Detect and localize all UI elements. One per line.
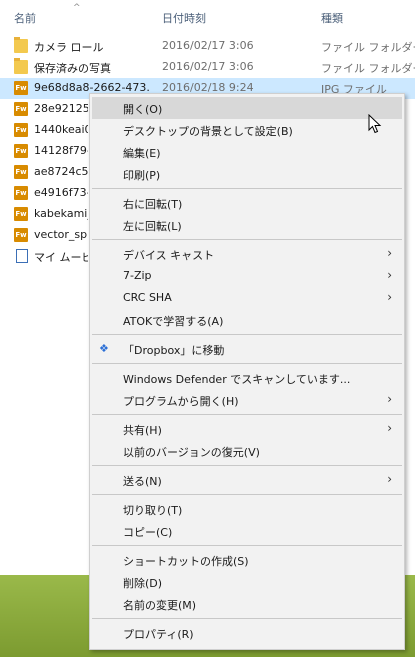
column-name[interactable]: 名前 (14, 10, 36, 26)
menu-separator (92, 363, 402, 364)
menu-cut[interactable]: 切り取り(T) (92, 498, 402, 520)
menu-separator (92, 334, 402, 335)
file-name: kabekami_ (34, 207, 88, 220)
chevron-right-icon: › (387, 246, 392, 260)
file-name: vector_spr (34, 228, 88, 241)
movie-file-icon (16, 249, 28, 263)
menu-open[interactable]: 開く(O) (92, 97, 402, 119)
menu-edit[interactable]: 編集(E) (92, 141, 402, 163)
fw-icon: Fw (14, 123, 28, 137)
fw-icon: Fw (14, 144, 28, 158)
menu-separator (92, 494, 402, 495)
menu-move-to-dropbox[interactable]: ❖ 「Dropbox」に移動 (92, 338, 402, 360)
fw-icon: Fw (14, 228, 28, 242)
menu-crc-sha[interactable]: CRC SHA › (92, 287, 402, 309)
chevron-right-icon: › (387, 421, 392, 435)
menu-separator (92, 618, 402, 619)
menu-separator (92, 239, 402, 240)
file-name: マイ ムービー (34, 251, 88, 264)
file-type: ファイル フォルダー (321, 41, 415, 54)
menu-atok-learn[interactable]: ATOKで学習する(A) (92, 309, 402, 331)
menu-defender-scan[interactable]: Windows Defender でスキャンしています... (92, 367, 402, 389)
file-type: ファイル フォルダー (321, 62, 415, 75)
column-date[interactable]: 日付時刻 (162, 10, 206, 26)
fw-icon: Fw (14, 102, 28, 116)
column-type[interactable]: 種類 (321, 10, 343, 26)
file-date: 2016/02/17 3:06 (162, 39, 254, 52)
context-menu: 開く(O) デスクトップの背景として設定(B) 編集(E) 印刷(P) 右に回転… (89, 93, 405, 650)
file-name: e4916f73- (34, 186, 88, 199)
file-name: 保存済みの写真 (34, 62, 111, 75)
menu-delete[interactable]: 削除(D) (92, 571, 402, 593)
menu-restore-previous-versions[interactable]: 以前のバージョンの復元(V) (92, 440, 402, 462)
fw-icon: Fw (14, 186, 28, 200)
menu-share[interactable]: 共有(H) › (92, 418, 402, 440)
mouse-pointer-icon (368, 114, 382, 134)
file-name: ae8724c5- (34, 165, 88, 178)
file-date: 2016/02/17 3:06 (162, 60, 254, 73)
menu-open-with[interactable]: プログラムから開く(H) › (92, 389, 402, 411)
menu-properties[interactable]: プロパティ(R) (92, 622, 402, 644)
folder-icon (14, 58, 28, 74)
list-item[interactable]: カメラ ロール 2016/02/17 3:06 ファイル フォルダー (0, 36, 415, 57)
column-header: ^ 名前 日付時刻 種類 (0, 0, 415, 32)
file-name: 14128f79- (34, 144, 88, 157)
folder-icon (14, 37, 28, 53)
file-name: カメラ ロール (34, 41, 104, 54)
menu-rotate-left[interactable]: 左に回転(L) (92, 214, 402, 236)
menu-separator (92, 188, 402, 189)
menu-7zip[interactable]: 7-Zip › (92, 265, 402, 287)
list-item[interactable]: 保存済みの写真 2016/02/17 3:06 ファイル フォルダー (0, 57, 415, 78)
menu-send-to[interactable]: 送る(N) › (92, 469, 402, 491)
menu-print[interactable]: 印刷(P) (92, 163, 402, 185)
fw-icon: Fw (14, 207, 28, 221)
chevron-right-icon: › (387, 268, 392, 282)
fw-icon: Fw (14, 81, 28, 95)
menu-create-shortcut[interactable]: ショートカットの作成(S) (92, 549, 402, 571)
dropbox-icon: ❖ (99, 342, 109, 355)
menu-copy[interactable]: コピー(C) (92, 520, 402, 542)
menu-rotate-right[interactable]: 右に回転(T) (92, 192, 402, 214)
chevron-right-icon: › (387, 472, 392, 486)
sort-up-icon[interactable]: ^ (73, 3, 81, 13)
menu-separator (92, 545, 402, 546)
menu-set-desktop-background[interactable]: デスクトップの背景として設定(B) (92, 119, 402, 141)
menu-separator (92, 414, 402, 415)
file-name: 28e92125- (34, 102, 88, 115)
menu-rename[interactable]: 名前の変更(M) (92, 593, 402, 615)
chevron-right-icon: › (387, 290, 392, 304)
fw-icon: Fw (14, 165, 28, 179)
file-name: 1440keai0 (34, 123, 88, 136)
menu-cast-to-device[interactable]: デバイス キャスト › (92, 243, 402, 265)
menu-separator (92, 465, 402, 466)
chevron-right-icon: › (387, 392, 392, 406)
